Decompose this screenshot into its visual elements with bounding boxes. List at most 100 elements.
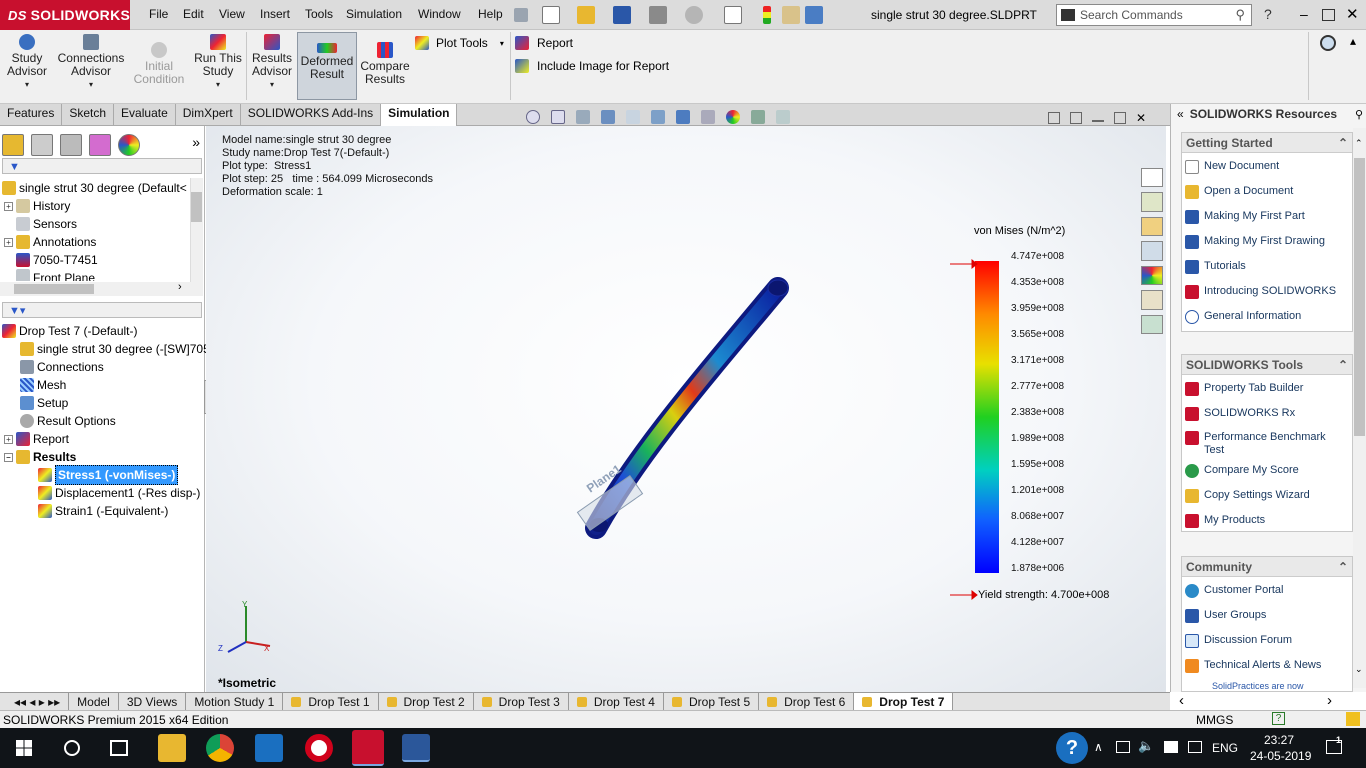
collapse-group-icon[interactable]: ⌃ (1338, 358, 1348, 372)
link-first-part[interactable]: Making My First Part (1182, 210, 1305, 224)
appearances-tab-icon[interactable] (1141, 265, 1163, 286)
link-new-document[interactable]: New Document (1182, 160, 1279, 174)
collapse-group-icon[interactable]: ⌃ (1338, 136, 1348, 150)
study-item-result-options[interactable]: Result Options (20, 412, 116, 430)
filter-bar[interactable]: ▼ (2, 158, 202, 174)
menu-tools[interactable]: Tools (305, 7, 333, 21)
filter-icon[interactable]: ▼ (9, 161, 20, 173)
feature-manager-tab-icon[interactable] (2, 134, 24, 156)
status-help-icon[interactable]: ? (1272, 712, 1285, 725)
menu-simulation[interactable]: Simulation (346, 7, 402, 21)
search-icon[interactable]: ⚲ (1235, 7, 1245, 23)
language-indicator[interactable]: ENG (1212, 741, 1238, 755)
dropbox-icon[interactable] (1164, 741, 1178, 753)
tab-drop-test-2[interactable]: Drop Test 2 (379, 693, 474, 710)
link-compare-score[interactable]: Compare My Score (1182, 464, 1299, 478)
keyboard-icon[interactable] (1188, 741, 1202, 753)
report-button[interactable]: Report (515, 36, 573, 50)
view-palette-tab-icon[interactable] (1141, 241, 1163, 261)
link-solidpractices[interactable]: SolidPractices are now (1212, 680, 1304, 690)
opera-icon[interactable] (305, 734, 333, 762)
new-document-icon[interactable] (542, 6, 560, 24)
menu-help[interactable]: Help (478, 7, 503, 21)
link-user-groups[interactable]: User Groups (1182, 609, 1266, 623)
chrome-icon[interactable] (206, 734, 234, 762)
study-filter-bar[interactable]: ▼▾ (2, 302, 202, 318)
cortana-search-icon[interactable] (64, 740, 80, 756)
result-stress1[interactable]: Stress1 (-vonMises-) (38, 465, 179, 485)
solidworks-taskbar-icon[interactable] (352, 730, 384, 766)
link-introducing[interactable]: Introducing SOLIDWORKS (1182, 285, 1336, 299)
viewport-close-icon[interactable]: ✕ (1136, 112, 1146, 124)
clock-time[interactable]: 23:27 (1264, 733, 1294, 747)
link-open-document[interactable]: Open a Document (1182, 185, 1293, 199)
close-button[interactable]: ✕ (1346, 5, 1359, 23)
feature-tree-root[interactable]: single strut 30 degree (Default< (2, 179, 187, 197)
traffic-light-icon[interactable] (763, 6, 771, 24)
open-folder-icon[interactable] (577, 6, 595, 24)
link-tutorials[interactable]: Tutorials (1182, 260, 1246, 274)
pane-forward-icon[interactable]: › (1327, 692, 1332, 709)
task-pane-vscrollbar[interactable]: ⌃ ⌄ (1353, 128, 1366, 688)
tree-item-annotations[interactable]: + Annotations (4, 233, 96, 251)
study-advisor-button[interactable]: Study Advisor ▾ (6, 34, 48, 91)
tab-model[interactable]: Model (69, 693, 119, 710)
link-solidworks-rx[interactable]: SOLIDWORKS Rx (1182, 407, 1295, 421)
pin-pane-icon[interactable]: ⚲ (1355, 108, 1363, 121)
menu-file[interactable]: File (149, 7, 168, 21)
pane-back-icon[interactable]: ‹ (1179, 692, 1184, 709)
options-icon[interactable] (805, 6, 823, 24)
tab-simulation[interactable]: Simulation (381, 104, 458, 126)
link-discussion-forum[interactable]: Discussion Forum (1182, 634, 1292, 648)
view-orientation-icon[interactable] (651, 110, 665, 124)
tree-item-history[interactable]: + History (4, 197, 70, 215)
nav-arrows[interactable]: ◂◂ ◂ ▸ ▸▸ (0, 693, 70, 710)
viewport-restore-icon[interactable] (1114, 112, 1126, 124)
hide-show-items-icon[interactable] (701, 110, 715, 124)
clock-date[interactable]: 24-05-2019 (1250, 749, 1311, 763)
network-icon[interactable] (1116, 741, 1130, 753)
tab-drop-test-1[interactable]: Drop Test 1 (283, 693, 379, 710)
initial-condition-button[interactable]: Initial Condition (131, 42, 187, 86)
tab-evaluate[interactable]: Evaluate (114, 104, 176, 125)
tab-sketch[interactable]: Sketch (62, 104, 115, 125)
search-input[interactable]: Search Commands (1080, 8, 1183, 22)
study-item-results[interactable]: – Results (4, 448, 76, 466)
result-displacement1[interactable]: Displacement1 (-Res disp-) (38, 484, 200, 502)
study-filter-icon[interactable]: ▼▾ (9, 305, 25, 317)
zoom-area-icon[interactable] (551, 110, 565, 124)
tab-drop-test-5[interactable]: Drop Test 5 (664, 693, 760, 710)
view-settings-icon[interactable] (776, 110, 790, 124)
tab-drop-test-6[interactable]: Drop Test 6 (759, 693, 855, 710)
menu-insert[interactable]: Insert (260, 7, 290, 21)
tab-3d-views[interactable]: 3D Views (119, 693, 187, 710)
run-study-button[interactable]: Run This Study ▾ (193, 34, 243, 91)
link-general-info[interactable]: General Information (1182, 310, 1301, 324)
restore-button[interactable] (1322, 9, 1335, 21)
select-pointer-icon[interactable] (724, 6, 742, 24)
security-shield-icon[interactable] (255, 734, 283, 762)
expand-tabs-icon[interactable]: » (192, 134, 200, 158)
deformed-result-button[interactable]: Deformed Result (297, 32, 357, 100)
configuration-manager-tab-icon[interactable] (60, 134, 82, 156)
link-copy-settings[interactable]: Copy Settings Wizard (1182, 489, 1310, 503)
dimxpert-manager-tab-icon[interactable] (89, 134, 111, 156)
property-manager-tab-icon[interactable] (31, 134, 53, 156)
feature-tree-hscrollbar[interactable]: › (0, 281, 203, 296)
display-manager-tab-icon[interactable] (118, 134, 140, 156)
menu-window[interactable]: Window (418, 7, 461, 21)
link-technical-alerts[interactable]: Technical Alerts & News (1182, 659, 1321, 673)
study-item-setup[interactable]: Setup (20, 394, 68, 412)
word-icon[interactable] (402, 734, 430, 762)
results-advisor-button[interactable]: Results Advisor ▾ (250, 34, 294, 91)
file-properties-icon[interactable] (782, 6, 800, 24)
edit-appearance-icon[interactable] (726, 110, 740, 124)
menu-edit[interactable]: Edit (183, 7, 204, 21)
help-icon[interactable]: ? (1264, 6, 1272, 22)
tab-features[interactable]: Features (0, 104, 63, 125)
link-benchmark[interactable]: Performance Benchmark Test (1182, 431, 1347, 457)
plot-tools-button[interactable]: Plot Tools ▾ (415, 36, 504, 50)
units-label[interactable]: MMGS (1196, 713, 1233, 727)
link-customer-portal[interactable]: Customer Portal (1182, 584, 1283, 598)
result-strain1[interactable]: Strain1 (-Equivalent-) (38, 502, 168, 520)
